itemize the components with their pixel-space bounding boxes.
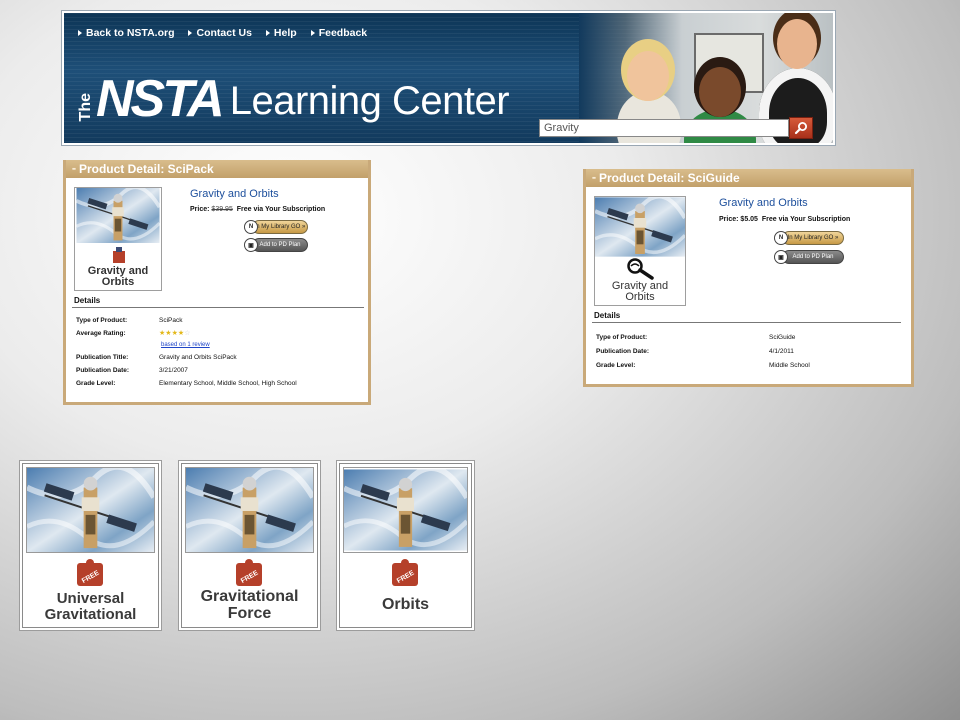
sciguide-detail-panel: ▪▪ Product Detail: SciGuide Gravity and … [583,169,914,387]
details-divider [592,322,901,323]
panel-header: ▪▪ Product Detail: SciGuide [586,169,911,187]
in-my-library-button[interactable]: In My Library GO » [782,231,844,245]
nav-contact-us[interactable]: Contact Us [188,27,252,39]
product-title: Gravity and Orbits [190,188,279,200]
card-label-line-1: Universal [56,590,125,607]
nav-back-to-nsta[interactable]: Back to NSTA.org [78,27,174,39]
person-right-head [777,19,817,69]
search-button[interactable] [789,117,813,139]
satellite-image [343,467,468,553]
free-badge-icon: FREE [236,559,262,586]
thumbnail-label: Gravity and Orbits [87,265,149,288]
satellite-image [185,467,314,553]
nav-help[interactable]: Help [265,27,297,39]
arrow-right-icon [265,30,270,36]
thumbnail-label: Gravity and Orbits [611,280,669,303]
search-input[interactable]: Gravity [539,119,789,137]
person-left-head [627,51,669,101]
scipack-detail-panel: ▪▪ Product Detail: SciPack Gravity and O… [63,160,371,405]
pd-plan-icon: ▣ [244,238,258,252]
old-price: $39.95 [211,206,233,213]
add-to-pd-plan-button[interactable]: Add to PD Plan [782,250,844,264]
scipack-thumbnail[interactable]: Gravity and Orbits [74,187,162,291]
person-middle-head [699,67,741,117]
product-title: Gravity and Orbits [719,197,808,209]
nsta-logo[interactable]: The NSTA Learning Center [77,57,510,125]
arrow-right-icon [310,30,315,36]
free-card-gravitational-force[interactable]: FREE Gravitational Force [181,463,318,628]
library-icon: N [774,231,788,245]
free-badge-icon: FREE [392,559,418,586]
add-to-pd-plan-button[interactable]: Add to PD Plan [252,238,308,252]
library-icon: N [244,220,258,234]
drag-grip-icon: ▪▪ [592,174,596,182]
card-label-line-1: Gravitational [200,588,299,605]
star-rating: ★★★★☆ [159,329,190,337]
price-line: Price: $39.95 Free via Your Subscription [190,206,326,213]
details-divider [72,307,364,308]
arrow-right-icon [78,30,82,36]
search-icon [794,122,807,135]
free-badge-icon: FREE [77,559,103,586]
drag-grip-icon: ▪▪ [72,165,76,173]
details-heading: Details [74,296,101,305]
star-empty-icon: ☆ [184,330,191,337]
free-card-orbits[interactable]: FREE Orbits [339,463,472,628]
nsta-banner: Back to NSTA.org Contact Us Help Feedbac… [62,11,835,145]
pd-plan-icon: ▣ [774,250,788,264]
satellite-image [595,197,685,257]
satellite-image [26,467,155,553]
price-value: $5.05 [740,216,758,223]
in-my-library-button[interactable]: In My Library GO » [252,220,308,234]
price-line: Price: $5.05 Free via Your Subscription [719,216,851,223]
nav-feedback[interactable]: Feedback [310,27,367,39]
top-nav: Back to NSTA.org Contact Us Help Feedbac… [78,27,367,39]
card-label-line-1: Orbits [381,596,430,613]
arrow-right-icon [188,30,193,36]
magnifier-icon [627,258,654,280]
panel-header: ▪▪ Product Detail: SciPack [66,160,368,178]
satellite-image [75,188,161,243]
free-card-universal-gravitational[interactable]: FREE Universal Gravitational [22,463,159,628]
scipack-icon [113,247,125,263]
card-label-line-2: Gravitational [44,606,137,623]
details-heading: Details [594,311,621,320]
card-label-line-2: Force [227,605,272,622]
sciguide-thumbnail[interactable]: Gravity and Orbits [594,196,686,306]
review-link[interactable]: based on 1 review [161,342,210,348]
